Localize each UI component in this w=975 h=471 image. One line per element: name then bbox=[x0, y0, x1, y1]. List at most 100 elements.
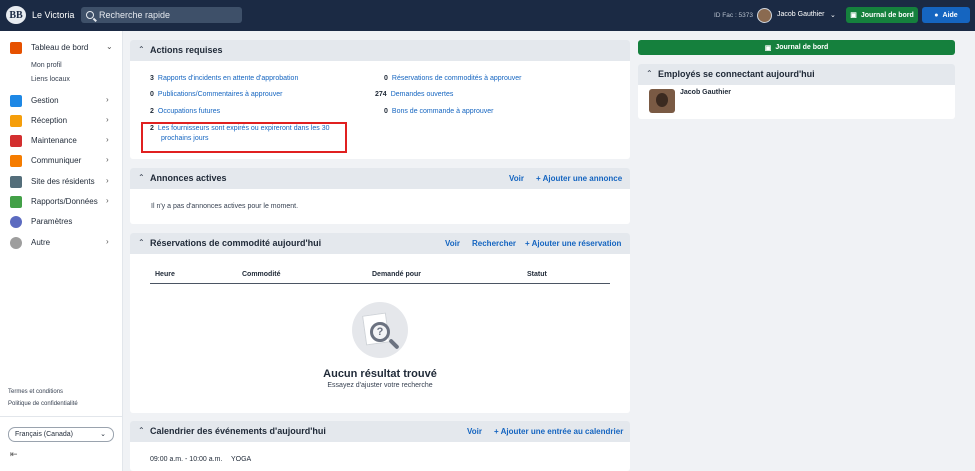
terms-link[interactable]: Termes et conditions bbox=[8, 389, 63, 395]
chevron-right-icon: › bbox=[106, 176, 109, 185]
sidebar-item-other[interactable]: Autre › bbox=[0, 236, 123, 250]
action-count: 274 bbox=[375, 91, 387, 98]
user-avatar[interactable] bbox=[757, 8, 772, 23]
reservations-view-link[interactable]: Voir bbox=[445, 239, 460, 248]
add-calendar-entry-link[interactable]: + Ajouter une entrée au calendrier bbox=[494, 427, 623, 436]
action-link[interactable]: Rapports d'incidents en attente d'approb… bbox=[158, 75, 298, 82]
chevron-down-icon[interactable]: ⌄ bbox=[830, 11, 836, 19]
column-header-time[interactable]: Heure bbox=[155, 271, 175, 278]
action-item[interactable]: 2 Occupations futures bbox=[150, 108, 220, 115]
user-name[interactable]: Jacob Gauthier bbox=[777, 11, 824, 18]
sidebar-item-label: Tableau de bord bbox=[31, 43, 89, 52]
search-icon bbox=[86, 11, 94, 19]
action-item[interactable]: 274 Demandes ouvertes bbox=[375, 91, 453, 98]
monitor-icon bbox=[10, 176, 22, 188]
announcements-title: Annonces actives bbox=[150, 173, 227, 183]
logbook-label: Journal de bord bbox=[860, 11, 914, 19]
action-item[interactable]: 0 Bons de commande à approuver bbox=[384, 108, 493, 115]
announcements-header[interactable]: ⌃ Annonces actives Voir + Ajouter une an… bbox=[130, 168, 630, 189]
action-count: 0 bbox=[384, 75, 388, 82]
empty-subtitle: Essayez d'ajuster votre recherche bbox=[327, 382, 433, 389]
action-count: 0 bbox=[384, 108, 388, 115]
calendar-view-link[interactable]: Voir bbox=[467, 427, 482, 436]
event-time: 09:00 a.m. - 10:00 a.m. bbox=[150, 456, 223, 463]
app-title[interactable]: Le Victoria bbox=[32, 10, 74, 20]
chevron-down-icon: ⌄ bbox=[106, 42, 113, 51]
sidebar-item-label: Rapports/Données bbox=[31, 197, 98, 206]
language-select[interactable]: Français (Canada) ⌄ bbox=[8, 427, 114, 442]
logbook-panel-button[interactable]: ▣ Journal de bord bbox=[638, 40, 955, 55]
empty-search-icon: ? bbox=[352, 302, 408, 358]
more-icon bbox=[10, 237, 22, 249]
search-placeholder: Recherche rapide bbox=[99, 10, 171, 20]
sidebar-item-reports[interactable]: Rapports/Données › bbox=[0, 195, 123, 209]
sidebar-item-maintenance[interactable]: Maintenance › bbox=[0, 134, 123, 148]
divider bbox=[0, 416, 123, 417]
employee-avatar[interactable] bbox=[649, 89, 675, 113]
sidebar-item-label: Maintenance bbox=[31, 136, 77, 145]
add-announcement-link[interactable]: + Ajouter une annonce bbox=[536, 174, 622, 183]
sidebar-item-reception[interactable]: Réception › bbox=[0, 114, 123, 128]
column-header-requested-for[interactable]: Demandé pour bbox=[372, 271, 421, 278]
building-icon bbox=[10, 95, 22, 107]
logbook-panel-label: Journal de bord bbox=[775, 44, 829, 51]
search-input[interactable]: Recherche rapide bbox=[81, 7, 242, 23]
sidebar-item-communiquer[interactable]: Communiquer › bbox=[0, 154, 123, 168]
gear-icon bbox=[10, 216, 22, 228]
action-item[interactable]: 3 Rapports d'incidents en attente d'appro… bbox=[150, 75, 298, 82]
bell-icon bbox=[10, 115, 22, 127]
dashboard-icon bbox=[10, 42, 22, 54]
column-header-amenity[interactable]: Commodité bbox=[242, 271, 281, 278]
action-item[interactable]: 0 Réservations de commodités à approuver bbox=[384, 75, 521, 82]
sidebar-item-label: Communiquer bbox=[31, 156, 82, 165]
action-count: 0 bbox=[150, 91, 154, 98]
action-count: 3 bbox=[150, 75, 154, 82]
table-header-divider bbox=[150, 283, 610, 284]
sidebar-item-dashboard[interactable]: Tableau de bord ⌄ bbox=[0, 41, 123, 55]
privacy-link[interactable]: Politique de confidentialité bbox=[8, 401, 78, 407]
sidebar-item-label: Site des résidents bbox=[31, 177, 95, 186]
sidebar-item-residents-site[interactable]: Site des résidents › bbox=[0, 175, 123, 189]
add-reservation-link[interactable]: + Ajouter une réservation bbox=[525, 239, 621, 248]
announcements-empty-text: Il n'y a pas d'annonces actives pour le … bbox=[151, 203, 299, 210]
sidebar-item-label: Autre bbox=[31, 238, 51, 247]
top-bar: BB Le Victoria Recherche rapide ID Fac :… bbox=[0, 0, 975, 31]
action-link[interactable]: Occupations futures bbox=[158, 108, 220, 115]
logbook-button[interactable]: ▣ Journal de bord bbox=[846, 7, 918, 23]
chevron-right-icon: › bbox=[106, 155, 109, 164]
chevron-right-icon: › bbox=[106, 115, 109, 124]
highlight-box bbox=[141, 122, 347, 153]
sidebar-item-label: Réception bbox=[31, 116, 68, 125]
notebook-icon: ▣ bbox=[764, 44, 772, 52]
sidebar-item-gestion[interactable]: Gestion › bbox=[0, 94, 123, 108]
column-header-status[interactable]: Statut bbox=[527, 271, 547, 278]
sidebar-sub-local-links[interactable]: Liens locaux bbox=[31, 76, 70, 83]
actions-header[interactable]: ⌃ Actions requises bbox=[130, 40, 630, 61]
calendar-header[interactable]: ⌃ Calendrier des événements d'aujourd'hu… bbox=[130, 421, 630, 442]
action-item[interactable]: 0 Publications/Commentaires à approuver bbox=[150, 91, 282, 98]
sidebar-sub-my-profile[interactable]: Mon profil bbox=[31, 62, 62, 69]
envelope-icon bbox=[10, 155, 22, 167]
app-logo[interactable]: BB bbox=[6, 6, 26, 24]
action-link[interactable]: Réservations de commodités à approuver bbox=[392, 75, 522, 82]
chevron-up-icon: ⌃ bbox=[138, 426, 145, 435]
employees-header[interactable]: ⌃ Employés se connectant aujourd'hui bbox=[638, 64, 955, 85]
reservations-search-link[interactable]: Rechercher bbox=[472, 239, 516, 248]
help-icon: ● bbox=[934, 11, 939, 19]
actions-title: Actions requises bbox=[150, 45, 223, 55]
announcements-view-link[interactable]: Voir bbox=[509, 174, 524, 183]
chevron-up-icon: ⌃ bbox=[138, 173, 145, 182]
help-button[interactable]: ● Aide bbox=[922, 7, 970, 23]
chevron-up-icon: ⌃ bbox=[138, 45, 145, 54]
event-name[interactable]: YOGA bbox=[231, 456, 251, 463]
reservations-header[interactable]: ⌃ Réservations de commodité aujourd'hui … bbox=[130, 233, 630, 254]
collapse-sidebar-icon[interactable]: ⇤ bbox=[10, 449, 18, 460]
sidebar: Tableau de bord ⌄ Mon profil Liens locau… bbox=[0, 31, 123, 471]
reservations-title: Réservations de commodité aujourd'hui bbox=[150, 238, 322, 248]
sidebar-item-label: Paramètres bbox=[31, 217, 73, 226]
sidebar-item-settings[interactable]: Paramètres bbox=[0, 215, 123, 229]
action-link[interactable]: Demandes ouvertes bbox=[391, 91, 454, 98]
action-link[interactable]: Bons de commande à approuver bbox=[392, 108, 494, 115]
action-link[interactable]: Publications/Commentaires à approuver bbox=[158, 91, 283, 98]
employee-name[interactable]: Jacob Gauthier bbox=[680, 89, 731, 96]
